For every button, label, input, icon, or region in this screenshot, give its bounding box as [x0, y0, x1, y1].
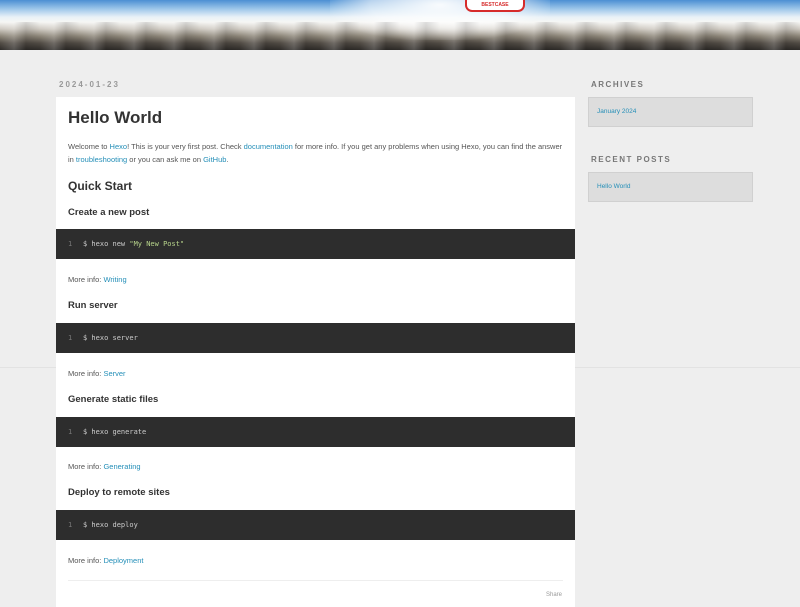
section-heading: Deploy to remote sites — [68, 487, 170, 498]
share-link[interactable]: Share — [546, 592, 562, 598]
code-text: $ hexo generate — [83, 428, 147, 436]
recent-posts-widget: Hello World — [588, 172, 753, 202]
article-title[interactable]: Hello World — [68, 108, 563, 128]
intro-text: Welcome to — [68, 142, 110, 151]
intro-text: . — [226, 155, 229, 164]
code-line-number: 1 — [68, 428, 73, 436]
more-info: More info: Server — [68, 369, 563, 378]
server-link[interactable]: Server — [103, 369, 125, 378]
generating-link[interactable]: Generating — [103, 462, 140, 471]
archives-title: ARCHIVES — [591, 80, 645, 89]
code-string: "My New Post" — [129, 240, 185, 248]
section-heading: Run server — [68, 300, 118, 311]
more-info: More info: Generating — [68, 462, 563, 471]
code-text: $ hexo server — [83, 334, 138, 342]
article-date[interactable]: 2024-01-23 — [59, 80, 120, 89]
code-command: $ hexo generate — [83, 428, 146, 436]
troubleshooting-link[interactable]: troubleshooting — [76, 155, 127, 164]
documentation-link[interactable]: documentation — [244, 142, 293, 151]
code-block: 1 $ hexo generate — [56, 417, 575, 447]
code-text: $ hexo deploy — [83, 521, 138, 529]
archive-link[interactable]: January 2024 — [597, 108, 636, 115]
code-block: 1 $ hexo deploy — [56, 510, 575, 540]
banner-clouds — [0, 22, 800, 50]
header-banner: BESTCASE — [0, 0, 800, 50]
github-link[interactable]: GitHub — [203, 155, 226, 164]
code-line-number: 1 — [68, 521, 73, 529]
recent-post-link[interactable]: Hello World — [597, 183, 630, 190]
article-card: Hello World Welcome to Hexo! This is you… — [56, 97, 575, 607]
hexo-link[interactable]: Hexo — [110, 142, 128, 151]
code-block: 1 $ hexo server — [56, 323, 575, 353]
intro-text: or you can ask me on — [127, 155, 204, 164]
article-footer-divider — [68, 580, 563, 581]
quick-start-heading: Quick Start — [68, 179, 133, 193]
code-command: $ hexo server — [83, 334, 138, 342]
more-info-label: More info: — [68, 462, 104, 471]
deployment-link[interactable]: Deployment — [103, 556, 143, 565]
section-heading: Create a new post — [68, 207, 150, 218]
code-text: $ hexo new — [83, 240, 130, 248]
intro-text: ! This is your very first post. Check — [127, 142, 244, 151]
code-command: $ hexo deploy — [83, 521, 138, 529]
recent-posts-title: RECENT POSTS — [591, 155, 672, 164]
more-info-label: More info: — [68, 556, 104, 565]
banner-badge[interactable]: BESTCASE — [465, 0, 525, 12]
archives-widget: January 2024 — [588, 97, 753, 127]
more-info-label: More info: — [68, 369, 104, 378]
section-heading: Generate static files — [68, 394, 159, 405]
more-info: More info: Writing — [68, 275, 563, 284]
code-line-number: 1 — [68, 334, 73, 342]
writing-link[interactable]: Writing — [103, 275, 126, 284]
code-command: $ hexo new "My New Post" — [83, 240, 184, 248]
more-info: More info: Deployment — [68, 556, 563, 565]
article-intro: Welcome to Hexo! This is your very first… — [68, 140, 563, 166]
more-info-label: More info: — [68, 275, 104, 284]
code-line-number: 1 — [68, 240, 73, 248]
code-block: 1 $ hexo new "My New Post" — [56, 229, 575, 259]
